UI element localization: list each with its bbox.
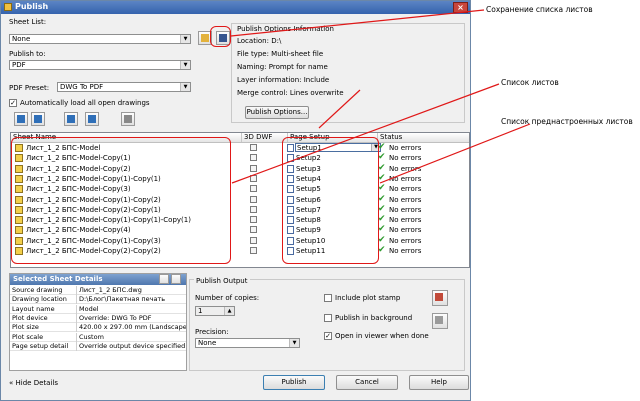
annotation-sheet-list: Список листов <box>501 78 559 87</box>
annotation-save-list: Сохранение списка листов <box>486 5 593 14</box>
annotation-preset-list: Список преднастроенных листов <box>501 117 633 126</box>
annotation-lines <box>230 9 531 184</box>
